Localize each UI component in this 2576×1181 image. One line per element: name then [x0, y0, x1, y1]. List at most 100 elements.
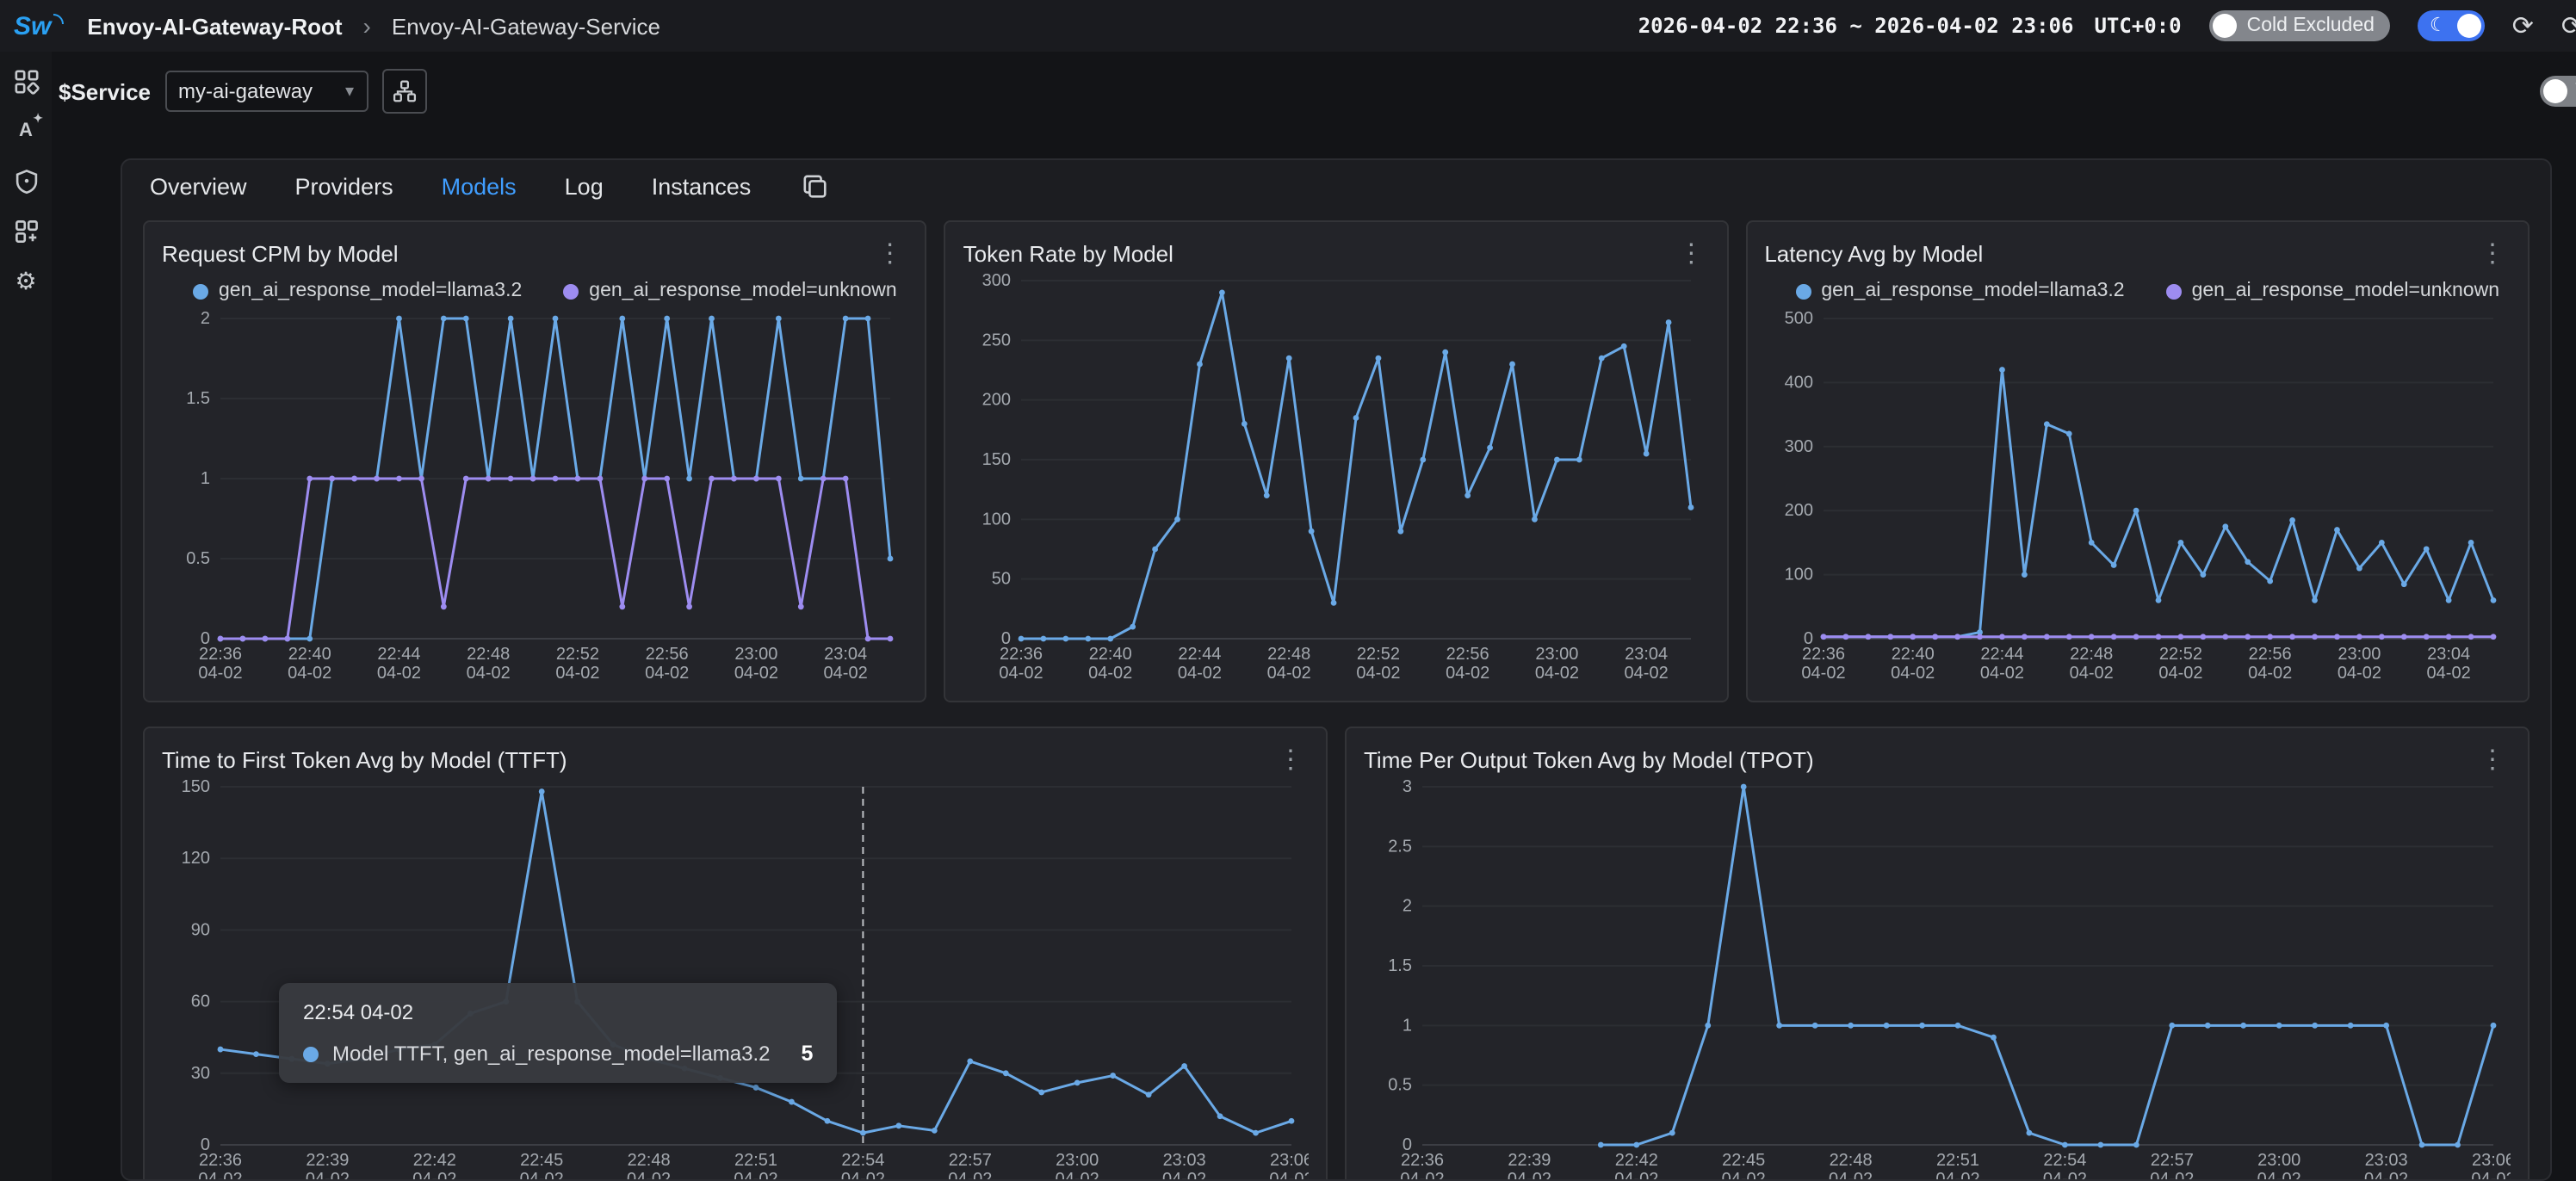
- chart-card-tpot: Time Per Output Token Avg by Model (TPOT…: [1345, 727, 2530, 1181]
- svg-text:04-02: 04-02: [1089, 664, 1133, 683]
- dark-mode-toggle[interactable]: ☾: [2418, 10, 2485, 41]
- chart-menu-button[interactable]: ⋮: [872, 238, 908, 269]
- marketplace-icon[interactable]: [12, 217, 40, 244]
- ai-assistant-icon[interactable]: A✦: [12, 117, 40, 145]
- chart-title: Token Rate by Model: [963, 240, 1173, 266]
- svg-text:22:48: 22:48: [1268, 645, 1311, 664]
- chart-card-header: Latency Avg by Model ⋮: [1764, 236, 2511, 270]
- chart-menu-button[interactable]: ⋮: [2474, 744, 2511, 775]
- chart-tooltip: 22:54 04-02 Model TTFT, gen_ai_response_…: [279, 983, 837, 1083]
- svg-text:22:56: 22:56: [646, 645, 689, 664]
- svg-text:23:03: 23:03: [1163, 1151, 1206, 1170]
- svg-text:60: 60: [191, 992, 210, 1011]
- svg-text:22:51: 22:51: [734, 1151, 777, 1170]
- service-select[interactable]: my-ai-gateway ▾: [164, 71, 368, 112]
- svg-text:04-02: 04-02: [1446, 664, 1490, 683]
- svg-text:150: 150: [182, 777, 210, 796]
- svg-text:22:44: 22:44: [377, 645, 420, 664]
- svg-text:22:56: 22:56: [2248, 645, 2291, 664]
- svg-text:04-02: 04-02: [948, 1170, 992, 1181]
- svg-text:1: 1: [1403, 1016, 1412, 1035]
- svg-text:04-02: 04-02: [1508, 1170, 1551, 1181]
- settings-gear-icon[interactable]: ⚙: [12, 267, 40, 294]
- cold-excluded-label: Cold Excluded: [2247, 15, 2375, 36]
- svg-text:04-02: 04-02: [627, 1170, 671, 1181]
- alerting-shield-icon[interactable]: [12, 167, 40, 195]
- dashboard-panel: Overview Providers Models Log Instances …: [121, 158, 2552, 1181]
- svg-text:23:00: 23:00: [734, 645, 777, 664]
- svg-text:04-02: 04-02: [198, 1170, 242, 1181]
- svg-text:22:48: 22:48: [2069, 645, 2112, 664]
- chart-menu-button[interactable]: ⋮: [2474, 238, 2511, 269]
- svg-text:04-02: 04-02: [1269, 1170, 1309, 1181]
- svg-text:04-02: 04-02: [2257, 1170, 2301, 1181]
- chart-canvas-request-cpm: 00.511.5222:3604-0222:4004-0222:4404-022…: [162, 308, 907, 687]
- breadcrumb-root[interactable]: Envoy-AI-Gateway-Root: [87, 13, 342, 39]
- legend-item[interactable]: gen_ai_response_model=llama3.2: [1795, 281, 2124, 301]
- svg-text:150: 150: [982, 450, 1011, 469]
- chart-title: Latency Avg by Model: [1764, 240, 1983, 266]
- timezone-label: UTC+0:0: [2094, 14, 2181, 38]
- chart-card-header: Token Rate by Model ⋮: [963, 236, 1710, 270]
- svg-text:0.5: 0.5: [1388, 1076, 1412, 1095]
- topology-button[interactable]: [381, 69, 426, 114]
- time-range-picker[interactable]: 2026-04-02 22:36 ~ 2026-04-02 23:06: [1638, 14, 2074, 38]
- svg-text:22:36: 22:36: [1401, 1151, 1444, 1170]
- svg-text:04-02: 04-02: [306, 1170, 350, 1181]
- tab-instances[interactable]: Instances: [652, 174, 752, 200]
- legend-label: gen_ai_response_model=llama3.2: [1821, 281, 2124, 301]
- svg-text:22:52: 22:52: [1358, 645, 1401, 664]
- svg-text:04-02: 04-02: [824, 664, 868, 683]
- chart-card-header: Request CPM by Model ⋮: [162, 236, 908, 270]
- svg-text:04-02: 04-02: [288, 664, 331, 683]
- tab-providers[interactable]: Providers: [295, 174, 393, 200]
- svg-text:200: 200: [982, 391, 1011, 410]
- svg-text:22:48: 22:48: [1830, 1151, 1873, 1170]
- auto-refresh-icon[interactable]: ⟳: [2561, 13, 2576, 39]
- dashboards-icon[interactable]: [12, 67, 40, 95]
- svg-text:23:03: 23:03: [2365, 1151, 2408, 1170]
- chart-canvas-tpot: 00.511.522.5322:3604-0222:3904-0222:4204…: [1364, 776, 2511, 1181]
- svg-text:2.5: 2.5: [1388, 837, 1412, 856]
- tab-overview[interactable]: Overview: [150, 174, 247, 200]
- svg-text:04-02: 04-02: [2150, 1170, 2194, 1181]
- tooltip-value: 5: [802, 1042, 814, 1066]
- svg-text:23:04: 23:04: [2426, 645, 2469, 664]
- svg-text:04-02: 04-02: [1625, 664, 1669, 683]
- svg-text:23:06: 23:06: [2472, 1151, 2511, 1170]
- tab-models[interactable]: Models: [442, 174, 517, 200]
- legend-dot: [193, 283, 208, 299]
- svg-text:500: 500: [1784, 309, 1812, 328]
- svg-text:22:56: 22:56: [1446, 645, 1489, 664]
- refresh-icon[interactable]: ⟳: [2512, 13, 2534, 39]
- svg-text:23:04: 23:04: [1625, 645, 1669, 664]
- tab-log[interactable]: Log: [565, 174, 604, 200]
- chart-menu-button[interactable]: ⋮: [1273, 744, 1309, 775]
- cold-excluded-toggle[interactable]: Cold Excluded: [2209, 10, 2390, 41]
- svg-text:22:36: 22:36: [1801, 645, 1844, 664]
- svg-text:50: 50: [992, 570, 1011, 589]
- view-toggle[interactable]: V: [2539, 76, 2576, 107]
- chart-canvas-ttft: 030609012015022:3604-0222:3904-0222:4204…: [162, 776, 1309, 1181]
- moon-icon: ☾: [2430, 16, 2447, 35]
- tooltip-row: Model TTFT, gen_ai_response_model=llama3…: [303, 1042, 813, 1066]
- svg-text:22:39: 22:39: [1508, 1151, 1551, 1170]
- chart-menu-button[interactable]: ⋮: [1673, 238, 1709, 269]
- legend-item[interactable]: gen_ai_response_model=unknown: [2166, 281, 2499, 301]
- svg-text:100: 100: [1784, 566, 1812, 584]
- svg-text:04-02: 04-02: [734, 664, 778, 683]
- skywalking-logo[interactable]: Sw: [14, 11, 63, 40]
- chart-plot-area: 00.511.5222:3604-0222:4004-0222:4404-022…: [162, 308, 908, 687]
- copy-dashboard-icon[interactable]: [802, 174, 828, 200]
- legend-item[interactable]: gen_ai_response_model=llama3.2: [193, 281, 522, 301]
- breadcrumb-separator-icon: ›: [363, 12, 371, 40]
- svg-text:22:54: 22:54: [2043, 1151, 2086, 1170]
- legend-item[interactable]: gen_ai_response_model=unknown: [563, 281, 896, 301]
- svg-text:04-02: 04-02: [377, 664, 421, 683]
- svg-text:22:45: 22:45: [1722, 1151, 1765, 1170]
- svg-text:04-02: 04-02: [2043, 1170, 2087, 1181]
- svg-text:04-02: 04-02: [1614, 1170, 1658, 1181]
- svg-text:1: 1: [201, 469, 210, 488]
- breadcrumb-current[interactable]: Envoy-AI-Gateway-Service: [392, 13, 660, 39]
- svg-text:22:40: 22:40: [1891, 645, 1934, 664]
